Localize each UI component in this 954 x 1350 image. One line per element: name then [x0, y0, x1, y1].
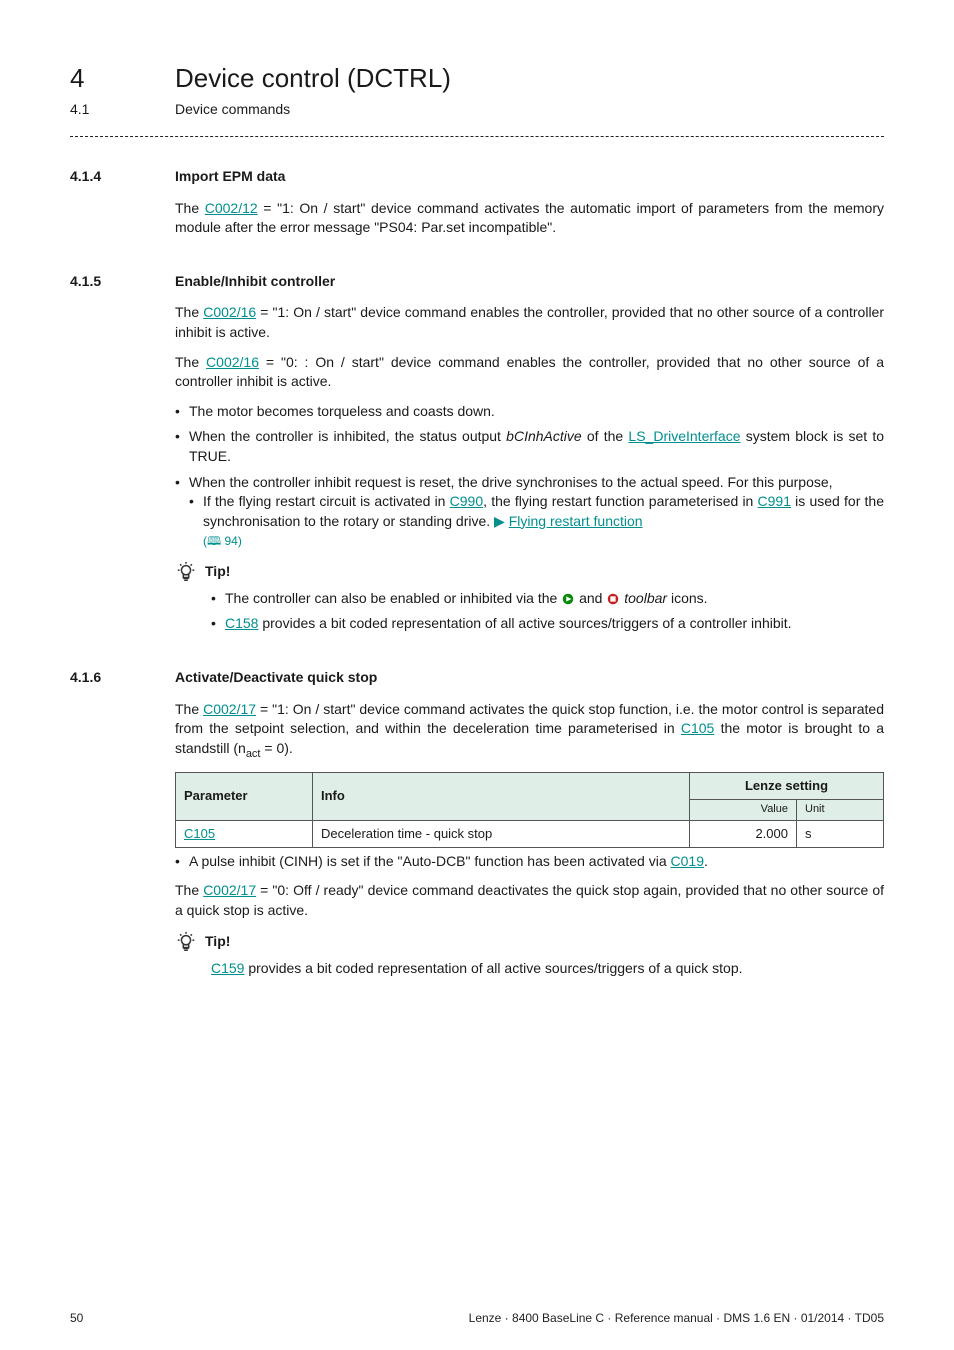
arrow-icon: ▶	[494, 513, 505, 529]
list-item: The motor becomes torqueless and coasts …	[175, 402, 884, 422]
bullet-list: The motor becomes torqueless and coasts …	[175, 402, 884, 551]
list-item: When the controller is inhibited, the st…	[175, 427, 884, 466]
chapter-number: 4	[70, 60, 175, 96]
section-title: Device commands	[175, 100, 290, 120]
chapter-heading: 4 Device control (DCTRL)	[70, 60, 884, 96]
link-c002-17[interactable]: C002/17	[203, 882, 256, 898]
cell-value: 2.000	[690, 820, 797, 847]
col-info: Info	[313, 773, 690, 821]
cell-unit: s	[797, 820, 884, 847]
link-c990[interactable]: C990	[450, 493, 483, 509]
list-item: C158 provides a bit coded representation…	[211, 614, 884, 634]
section-subheading: 4.1 Device commands	[70, 100, 884, 120]
link-c105[interactable]: C105	[681, 720, 714, 736]
page-number: 50	[70, 1310, 83, 1327]
paragraph: The C002/17 = "0: Off / ready" device co…	[175, 881, 884, 920]
section-import-epm: 4.1.4 Import EPM data The C002/12 = "1: …	[70, 167, 884, 238]
subsection-title: Import EPM data	[175, 167, 285, 187]
lightbulb-icon	[175, 561, 197, 583]
tip-text: C159 provides a bit coded representation…	[211, 959, 884, 979]
section-enable-inhibit: 4.1.5 Enable/Inhibit controller The C002…	[70, 272, 884, 634]
subcol-unit: Unit	[797, 800, 884, 820]
tip-label: Tip!	[205, 932, 230, 952]
paragraph: The C002/12 = "1: On / start" device com…	[175, 199, 884, 238]
paragraph: The C002/16 = "0: : On / start" device c…	[175, 353, 884, 392]
link-c002-16[interactable]: C002/16	[206, 354, 259, 370]
list-item: A pulse inhibit (CINH) is set if the "Au…	[175, 852, 884, 872]
parameter-table: Parameter Info Lenze setting Value Unit …	[175, 772, 884, 848]
link-c002-16[interactable]: C002/16	[203, 304, 256, 320]
link-c991[interactable]: C991	[758, 493, 791, 509]
chapter-title: Device control (DCTRL)	[175, 60, 451, 96]
link-c019[interactable]: C019	[671, 853, 704, 869]
divider	[70, 136, 884, 137]
link-c002-12[interactable]: C002/12	[205, 200, 258, 216]
page-footer: 50 Lenze · 8400 BaseLine C · Reference m…	[70, 1310, 884, 1327]
subsection-title: Enable/Inhibit controller	[175, 272, 335, 292]
list-item: If the flying restart circuit is activat…	[189, 492, 884, 551]
sub-bullet-list: If the flying restart circuit is activat…	[189, 492, 884, 551]
paragraph: The C002/16 = "1: On / start" device com…	[175, 303, 884, 342]
list-item: The controller can also be enabled or in…	[211, 589, 884, 609]
link-c159[interactable]: C159	[211, 960, 244, 976]
tip-label: Tip!	[205, 562, 230, 582]
footer-text: Lenze · 8400 BaseLine C · Reference manu…	[469, 1310, 884, 1327]
enable-controller-icon	[561, 592, 575, 606]
section-number: 4.1	[70, 100, 175, 120]
table-row: C105 Deceleration time - quick stop 2.00…	[176, 820, 884, 847]
subsection-title: Activate/Deactivate quick stop	[175, 668, 377, 688]
link-c002-17[interactable]: C002/17	[203, 701, 256, 717]
inhibit-controller-icon	[606, 592, 620, 606]
list-item: When the controller inhibit request is r…	[175, 473, 884, 551]
tip-block: Tip!	[175, 561, 884, 583]
paragraph: The C002/17 = "1: On / start" device com…	[175, 700, 884, 762]
link-c158[interactable]: C158	[225, 615, 258, 631]
col-setting: Lenze setting	[690, 773, 884, 800]
link-flying-restart[interactable]: Flying restart function	[509, 513, 643, 529]
cell-info: Deceleration time - quick stop	[313, 820, 690, 847]
tip-bullet-list: The controller can also be enabled or in…	[211, 589, 884, 634]
tip-block: Tip!	[175, 931, 884, 953]
subsection-number: 4.1.4	[70, 167, 175, 187]
bullet-list: A pulse inhibit (CINH) is set if the "Au…	[175, 852, 884, 872]
link-c105[interactable]: C105	[184, 826, 215, 841]
lightbulb-icon	[175, 931, 197, 953]
subsection-number: 4.1.6	[70, 668, 175, 688]
page-reference: (🕮 94)	[203, 534, 242, 548]
col-parameter: Parameter	[176, 773, 313, 821]
section-quick-stop: 4.1.6 Activate/Deactivate quick stop The…	[70, 668, 884, 978]
subcol-value: Value	[690, 800, 797, 820]
subsection-number: 4.1.5	[70, 272, 175, 292]
link-ls-driveinterface[interactable]: LS_DriveInterface	[628, 428, 740, 444]
